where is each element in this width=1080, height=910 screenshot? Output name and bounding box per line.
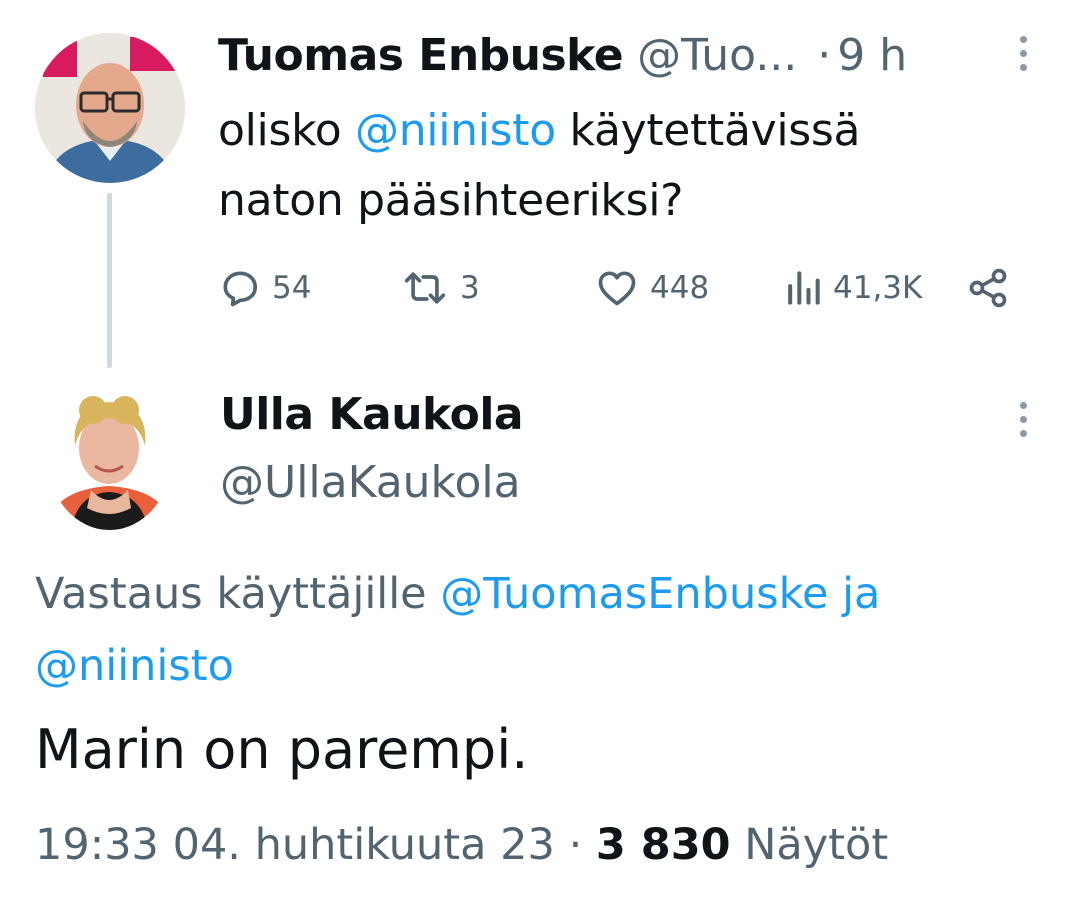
reply-views-label: Näytöt — [744, 820, 889, 870]
tweet-text: olisko @niinisto käytettävissä naton pää… — [218, 96, 998, 236]
replying-prefix: Vastaus käyttäjille — [35, 569, 441, 619]
tweet-action-bar: 54 3 448 41,3K — [218, 262, 1018, 314]
profile-photo-woman-icon — [47, 382, 172, 530]
like-button[interactable]: 448 — [594, 262, 709, 314]
share-icon — [969, 268, 1007, 308]
profile-photo-man-glasses-icon — [35, 33, 185, 183]
replying-mention-tuomas[interactable]: @TuomasEnbuske — [440, 569, 828, 619]
separator-dot: · — [568, 820, 583, 870]
more-icon[interactable] — [1016, 36, 1030, 71]
share-button[interactable] — [966, 262, 1010, 314]
tweet-header: Tuomas Enbuske @Tuo... · 9 h — [218, 26, 1040, 86]
avatar-tuomas-enbuske[interactable] — [35, 33, 185, 183]
tweet-time[interactable]: 9 h — [837, 26, 907, 86]
thread-connector-line — [107, 193, 112, 368]
retweet-count: 3 — [460, 270, 480, 306]
replying-to-line: Vastaus käyttäjille @TuomasEnbuske ja @ni… — [35, 558, 1045, 702]
reply-count: 54 — [272, 270, 312, 306]
more-icon[interactable] — [1016, 402, 1030, 437]
reply-author-name[interactable]: Ulla Kaukola — [220, 384, 524, 446]
views-button[interactable]: 41,3K — [783, 262, 922, 314]
like-count: 448 — [650, 270, 710, 306]
views-icon — [788, 271, 820, 305]
tweet-timestamp[interactable]: 19:33 04. huhtikuuta 23 — [35, 820, 555, 870]
reply-icon — [223, 271, 258, 307]
mention-link[interactable]: @niinisto — [355, 105, 556, 156]
replying-mention-niinisto[interactable]: @niinisto — [35, 641, 234, 691]
views-count: 41,3K — [833, 270, 923, 306]
retweet-button[interactable]: 3 — [400, 262, 480, 314]
reply-button[interactable]: 54 — [218, 262, 311, 314]
like-icon — [598, 271, 636, 306]
author-handle[interactable]: @Tuo... — [637, 26, 797, 86]
reply-text: Marin on parempi. — [35, 718, 529, 781]
separator-dot: · — [817, 30, 832, 81]
reply-author-handle[interactable]: @UllaKaukola — [220, 452, 521, 514]
tweet-text-start: olisko — [218, 105, 356, 156]
avatar-ulla-kaukola[interactable] — [47, 382, 172, 530]
replying-conjunction[interactable]: ja — [828, 569, 880, 619]
reply-views-count: 3 830 — [595, 820, 731, 870]
author-name[interactable]: Tuomas Enbuske — [218, 26, 624, 86]
tweet-metadata: 19:33 04. huhtikuuta 23 · 3 830 Näytöt — [35, 814, 888, 876]
retweet-icon — [404, 272, 446, 304]
